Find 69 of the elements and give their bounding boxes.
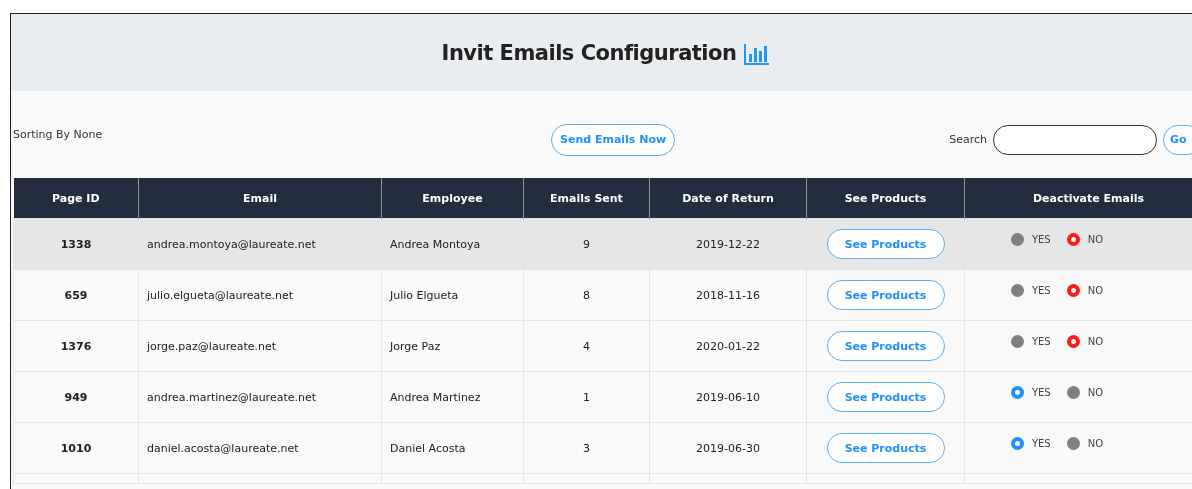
table-cell: jorge.paz@laureate.net [138, 320, 382, 372]
column-header: Page ID [13, 178, 139, 219]
send-emails-button[interactable]: Send Emails Now [551, 123, 676, 156]
radio-label: NO [1087, 336, 1104, 347]
radio-button[interactable] [1066, 386, 1080, 399]
table-cell: 1376 [13, 320, 139, 372]
table-cell: 1 [523, 371, 650, 423]
radio-button[interactable] [1010, 284, 1024, 297]
table-cell: Julio Elgueta [381, 269, 524, 321]
see-products-button[interactable]: See Products [826, 331, 945, 361]
radio-button[interactable] [1010, 437, 1024, 450]
table-cell: 659 [13, 269, 139, 321]
table-cell: 949 [13, 371, 139, 423]
column-header: Email [138, 178, 382, 219]
radio-label: YES [1031, 438, 1051, 449]
table-cell: 4 [523, 320, 650, 372]
table-cell: julio.elgueta@laureate.net [138, 269, 382, 321]
radio-label: YES [1031, 336, 1051, 347]
table-row[interactable]: 659 julio.elgueta@laureate.net Julio Elgueta 8 2018-11-16 See Products YES NO [13, 269, 1192, 321]
search-label: Search [949, 133, 987, 146]
radio-label: YES [1031, 285, 1051, 296]
column-header: Emails Sent [523, 178, 650, 219]
column-header: Employee [381, 178, 524, 219]
radio-label: YES [1031, 387, 1051, 398]
table-row[interactable]: 1338 andrea.montoya@laureate.net Andrea Montoya 9 2019-12-22 See Products YES NO [13, 218, 1192, 270]
table-cell: andrea.montoya@laureate.net [138, 218, 382, 270]
table-cell: 2020-01-22 [649, 320, 807, 372]
table-cell: 3 [523, 422, 650, 474]
radio-button[interactable] [1066, 437, 1080, 450]
table-cell: 9 [523, 218, 650, 270]
table-cell: Andrea Montoya [381, 218, 524, 270]
bar-chart-icon [744, 42, 771, 65]
column-header: See Products [806, 178, 965, 219]
table-cell: 1338 [13, 218, 139, 270]
table-row[interactable]: 1010 daniel.acosta@laureate.net Daniel Acosta 3 2019-06-30 See Products YES NO [13, 422, 1192, 474]
table-cell: 1010 [13, 422, 139, 474]
radio-button[interactable] [1066, 335, 1080, 348]
radio-button[interactable] [1010, 233, 1024, 246]
see-products-button[interactable]: See Products [826, 382, 945, 412]
table-cell: Jorge Paz [381, 320, 524, 372]
radio-button[interactable] [1066, 284, 1080, 297]
radio-label: NO [1087, 438, 1104, 449]
radio-label: NO [1087, 285, 1104, 296]
radio-button[interactable] [1010, 335, 1024, 348]
table-cell: Daniel Acosta [381, 422, 524, 474]
radio-label: YES [1031, 234, 1051, 245]
radio-label: NO [1087, 234, 1104, 245]
column-header: Deactivate Emails [964, 178, 1192, 219]
see-products-button[interactable]: See Products [826, 433, 945, 463]
table-cell: Andrea Martinez [381, 371, 524, 423]
table-row[interactable]: 1376 jorge.paz@laureate.net Jorge Paz 4 2020-01-22 See Products YES NO [13, 320, 1192, 372]
see-products-button[interactable]: See Products [826, 280, 945, 310]
table-cell: 2019-06-10 [649, 371, 807, 423]
page-title: Invit Emails Configuration [441, 40, 737, 65]
see-products-button[interactable]: See Products [826, 229, 945, 259]
table-cell: daniel.acosta@laureate.net [138, 422, 382, 474]
radio-button[interactable] [1066, 233, 1080, 246]
radio-button[interactable] [1010, 386, 1024, 399]
search-field[interactable] [993, 124, 1157, 155]
table-row[interactable]: 949 andrea.martinez@laureate.net Andrea Martinez 1 2019-06-10 See Products YES NO [13, 371, 1192, 423]
table-cell: 2018-11-16 [649, 269, 807, 321]
radio-label: NO [1087, 387, 1104, 398]
table-cell: 2019-06-30 [649, 422, 807, 474]
column-header: Date of Return [649, 178, 807, 219]
sorting-label: Sorting By None [13, 128, 104, 141]
table-cell: 2019-12-22 [649, 218, 807, 270]
table-cell: andrea.martinez@laureate.net [138, 371, 382, 423]
go-button[interactable]: Go [1163, 124, 1192, 155]
table-cell: 8 [523, 269, 650, 321]
